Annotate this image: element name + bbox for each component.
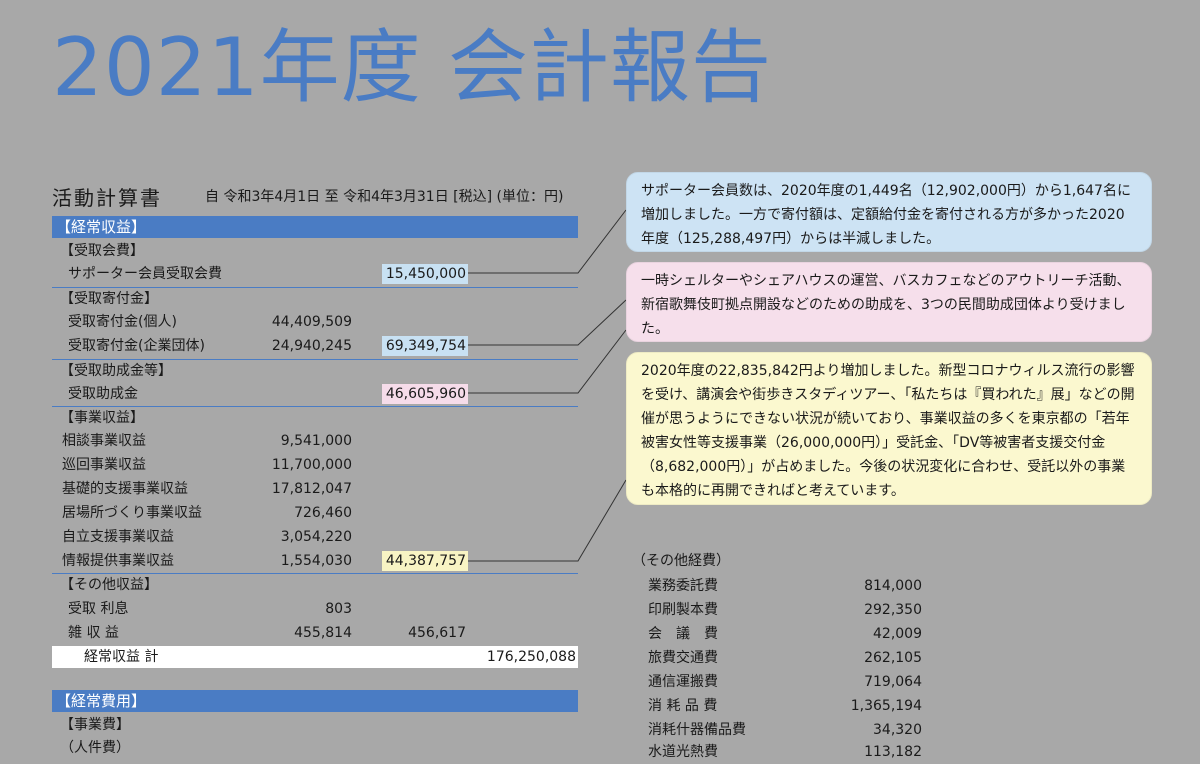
expense-row: 会 議 費 42,009 <box>648 626 922 642</box>
expense-row: 消 耗 品 費 1,365,194 <box>648 698 922 714</box>
expense-row: 業務委託費 814,000 <box>648 578 922 594</box>
expense-row: 印刷製本費 292,350 <box>648 602 922 618</box>
expense-row: 水道光熱費 113,182 <box>648 744 922 760</box>
expense-row: 通信運搬費 719,064 <box>648 674 922 690</box>
connector-line <box>468 299 627 346</box>
expense-row: 消耗什器備品費 34,320 <box>648 722 922 738</box>
note-membership: サポーター会員数は、2020年度の1,449名（12,902,000円）から1,… <box>626 172 1152 252</box>
expense-row: 旅費交通費 262,105 <box>648 650 922 666</box>
note-business: 2020年度の22,835,842円より増加しました。新型コロナウィルス流行の影… <box>626 352 1152 505</box>
note-grants: 一時シェルターやシェアハウスの運営、バスカフェなどのアウトリーチ活動、新宿歌舞伎… <box>626 262 1152 342</box>
other-expenses-heading: （その他経費） <box>632 553 730 569</box>
connector-line <box>468 209 627 274</box>
connector-line <box>468 329 627 394</box>
connector-line <box>468 479 627 562</box>
